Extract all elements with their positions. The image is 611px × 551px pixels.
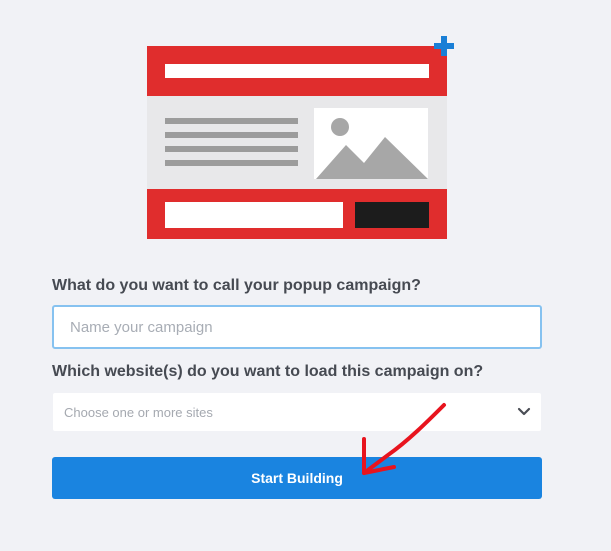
website-select[interactable]: Choose one or more sites [53,393,541,431]
website-select-label: Which website(s) do you want to load thi… [52,363,484,380]
chevron-down-icon[interactable] [517,407,531,417]
image-placeholder-icon [314,108,428,179]
campaign-name-label: What do you want to call your popup camp… [52,277,421,294]
website-select-placeholder: Choose one or more sites [64,404,213,420]
start-building-button[interactable]: Start Building [52,457,542,499]
popup-graphic [147,46,447,239]
campaign-name-input[interactable] [52,305,542,349]
popup-illustration [147,36,454,239]
